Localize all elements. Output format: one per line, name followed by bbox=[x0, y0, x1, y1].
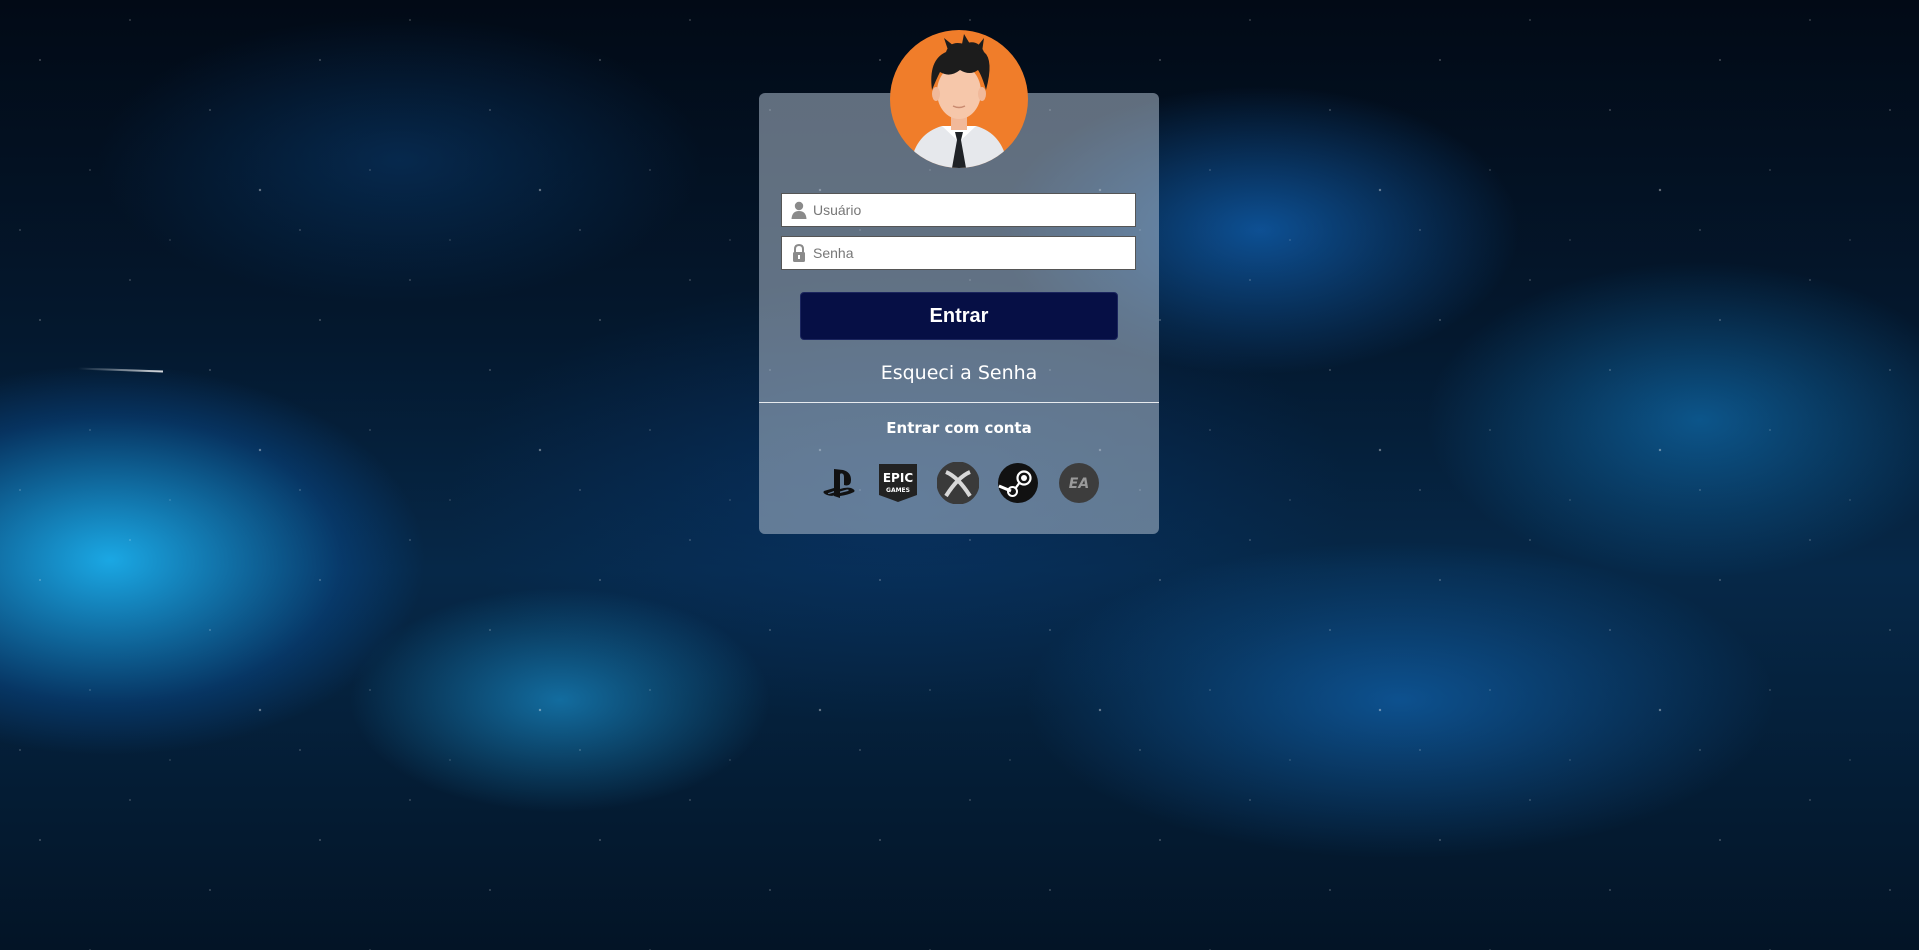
alt-login-title: Entrar com conta bbox=[886, 419, 1032, 437]
divider bbox=[759, 402, 1159, 403]
epic-logo-subtext: GAMES bbox=[886, 487, 910, 494]
epic-games-icon[interactable]: EPIC GAMES bbox=[877, 462, 919, 504]
username-input[interactable] bbox=[809, 194, 1135, 226]
lock-icon bbox=[789, 243, 809, 263]
ea-icon[interactable]: EA bbox=[1058, 462, 1100, 504]
user-icon bbox=[789, 200, 809, 220]
steam-icon[interactable] bbox=[997, 462, 1039, 504]
password-input[interactable] bbox=[809, 237, 1135, 269]
playstation-icon[interactable] bbox=[818, 462, 860, 504]
password-field bbox=[781, 236, 1136, 270]
xbox-icon[interactable] bbox=[937, 462, 979, 504]
ea-logo-text: EA bbox=[1069, 476, 1089, 492]
login-button[interactable]: Entrar bbox=[800, 292, 1118, 340]
username-field bbox=[781, 193, 1136, 227]
epic-logo-text: EPIC bbox=[883, 471, 913, 485]
forgot-password-link[interactable]: Esqueci a Senha bbox=[759, 362, 1159, 384]
avatar-person-icon bbox=[910, 34, 1008, 168]
user-avatar bbox=[890, 30, 1028, 168]
